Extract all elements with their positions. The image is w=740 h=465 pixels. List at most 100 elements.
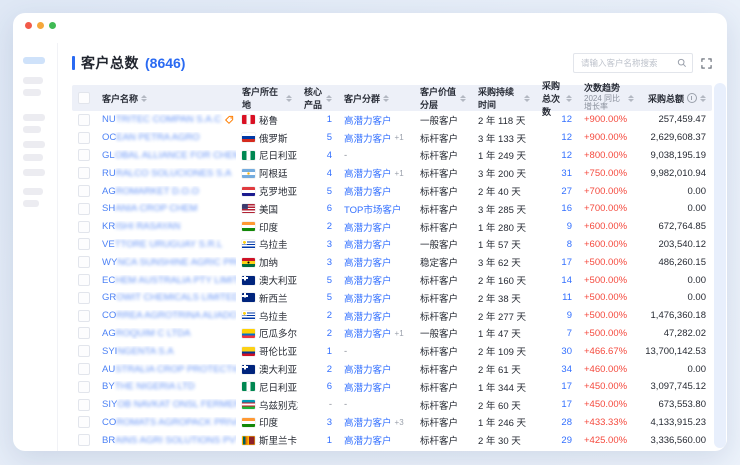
column-header[interactable]: 采购持续时间: [472, 85, 536, 111]
purchase-count-link[interactable]: 14: [561, 275, 572, 286]
core-product-count[interactable]: 2: [327, 310, 332, 321]
column-header[interactable]: 采购总次数: [536, 85, 578, 111]
purchase-count-link[interactable]: 9: [567, 221, 572, 232]
row-checkbox[interactable]: [78, 327, 90, 339]
core-product-count[interactable]: 5: [327, 275, 332, 286]
row-checkbox[interactable]: [78, 310, 90, 322]
sort-icon[interactable]: [566, 95, 572, 102]
core-product-count[interactable]: 2: [327, 221, 332, 232]
vertical-scrollbar[interactable]: [714, 83, 726, 448]
row-checkbox[interactable]: [78, 363, 90, 375]
customer-name-link[interactable]: AGROQUIM C LTDA: [96, 328, 236, 339]
customer-segment-link[interactable]: TOP市场客户: [344, 202, 401, 216]
column-header[interactable]: 采购总额: [640, 85, 712, 111]
core-product-count[interactable]: 6: [327, 381, 332, 392]
minimize-icon[interactable]: [37, 22, 44, 29]
core-product-count[interactable]: 3: [327, 417, 332, 428]
customer-segment-link[interactable]: 高潜力客户: [344, 309, 392, 323]
purchase-count-link[interactable]: 27: [561, 186, 572, 197]
customer-segment-link[interactable]: 高潜力客户: [344, 113, 392, 127]
sort-icon[interactable]: [524, 95, 530, 102]
core-product-count[interactable]: 2: [327, 328, 332, 339]
search-input[interactable]: [579, 57, 677, 69]
customer-segment-link[interactable]: 高潜力客户: [344, 291, 392, 305]
purchase-count-link[interactable]: 12: [561, 114, 572, 125]
customer-name-link[interactable]: ECHEM AUSTRALIA PTY LIMITED: [96, 275, 236, 286]
sidebar-skeleton-item[interactable]: [23, 200, 39, 207]
customer-name-link[interactable]: CORREA AGROTRINA ALIADO R...: [96, 310, 236, 321]
select-all-checkbox[interactable]: [78, 92, 90, 104]
row-checkbox[interactable]: [78, 345, 90, 357]
purchase-count-link[interactable]: 9: [567, 310, 572, 321]
customer-segment-link[interactable]: 高潜力客户: [344, 166, 392, 180]
row-checkbox[interactable]: [78, 132, 90, 144]
customer-name-link[interactable]: WYNCA SUNSHINE AGRIC PRODU...: [96, 257, 236, 268]
row-checkbox[interactable]: [78, 203, 90, 215]
customer-segment-link[interactable]: 高潜力客户: [344, 220, 392, 234]
customer-segment-link[interactable]: 高潜力客户: [344, 362, 392, 376]
sidebar-item-active[interactable]: [23, 57, 45, 64]
row-checkbox[interactable]: [78, 292, 90, 304]
column-header[interactable]: 客户分群: [338, 85, 414, 111]
customer-name-link[interactable]: KRISHI RASAYAN: [96, 221, 236, 232]
purchase-count-link[interactable]: 12: [561, 150, 572, 161]
core-product-count[interactable]: 5: [327, 132, 332, 143]
row-checkbox[interactable]: [78, 416, 90, 428]
customer-name-link[interactable]: COROMATS AGROPACK PRIVATE...: [96, 417, 236, 428]
customer-name-link[interactable]: AGROMARKET D.O.O: [96, 186, 236, 197]
info-icon[interactable]: [687, 93, 697, 103]
row-checkbox[interactable]: [78, 434, 90, 446]
sort-icon[interactable]: [460, 95, 466, 102]
row-checkbox[interactable]: [78, 221, 90, 233]
column-header[interactable]: 核心产品: [298, 85, 338, 111]
core-product-count[interactable]: 5: [327, 186, 332, 197]
purchase-count-link[interactable]: 29: [561, 435, 572, 446]
customer-segment-link[interactable]: 高潜力客户: [344, 326, 392, 340]
row-checkbox[interactable]: [78, 167, 90, 179]
purchase-count-link[interactable]: 7: [567, 328, 572, 339]
search-icon[interactable]: [677, 58, 687, 68]
customer-name-link[interactable]: VETTORE URUGUAY S.R.L: [96, 239, 236, 250]
purchase-count-link[interactable]: 17: [561, 257, 572, 268]
purchase-count-link[interactable]: 8: [567, 239, 572, 250]
sidebar-skeleton-item[interactable]: [23, 89, 41, 96]
sort-icon[interactable]: [383, 95, 389, 102]
sidebar-skeleton-item[interactable]: [23, 188, 43, 195]
tag-icon[interactable]: [224, 115, 234, 125]
purchase-count-link[interactable]: 34: [561, 364, 572, 375]
core-product-count[interactable]: 2: [327, 364, 332, 375]
sidebar-skeleton-item[interactable]: [23, 114, 45, 121]
purchase-count-link[interactable]: 17: [561, 381, 572, 392]
core-product-count[interactable]: 1: [327, 114, 332, 125]
purchase-count-link[interactable]: 31: [561, 168, 572, 179]
customer-name-link[interactable]: SYINGENTA S.A: [96, 346, 236, 357]
column-header[interactable]: 客户价值分层: [414, 85, 472, 111]
customer-segment-link[interactable]: 高潜力客户: [344, 237, 392, 251]
customer-name-link[interactable]: BYTHE NIGERIA LTD: [96, 381, 236, 392]
purchase-count-link[interactable]: 28: [561, 417, 572, 428]
column-header[interactable]: 客户所在地: [236, 85, 298, 111]
customer-segment-link[interactable]: 高潜力客户: [344, 380, 392, 394]
customer-name-link[interactable]: SIYOB NAVKAT ONSL FERMER X...: [96, 399, 236, 410]
purchase-count-link[interactable]: 17: [561, 399, 572, 410]
customer-name-link[interactable]: AUSTRALIA CROP PROTECTION P...: [96, 364, 236, 375]
purchase-count-link[interactable]: 16: [561, 203, 572, 214]
sort-icon[interactable]: [700, 95, 706, 102]
row-checkbox[interactable]: [78, 256, 90, 268]
sidebar-skeleton-item[interactable]: [23, 169, 45, 176]
sidebar-skeleton-item[interactable]: [23, 126, 41, 133]
customer-name-link[interactable]: SHANIA CROP CHEM: [96, 203, 236, 214]
row-checkbox[interactable]: [78, 185, 90, 197]
close-icon[interactable]: [25, 22, 32, 29]
customer-name-link[interactable]: GLOBAL ALLIANCE FOR CHEMICA...: [96, 150, 236, 161]
customer-segment-link[interactable]: 高潜力客户: [344, 131, 392, 145]
customer-segment-link[interactable]: 高潜力客户: [344, 415, 392, 429]
core-product-count[interactable]: 3: [327, 257, 332, 268]
customer-segment-link[interactable]: 高潜力客户: [344, 273, 392, 287]
core-product-count[interactable]: 5: [327, 292, 332, 303]
core-product-count[interactable]: 4: [327, 150, 332, 161]
row-checkbox[interactable]: [78, 381, 90, 393]
core-product-count[interactable]: 1: [327, 346, 332, 357]
core-product-count[interactable]: 4: [327, 168, 332, 179]
customer-segment-link[interactable]: 高潜力客户: [344, 184, 392, 198]
